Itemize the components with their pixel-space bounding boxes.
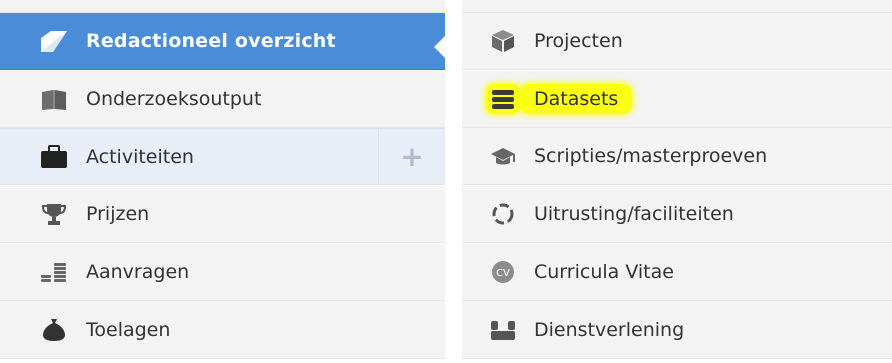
menu-item-label: Toelagen [86,318,171,341]
coins-icon [36,257,72,287]
cv-badge-text: CV [496,268,510,279]
active-indicator-arrow [434,35,446,59]
menu-item-label: Aanvragen [86,261,190,283]
cv-icon: CV [486,257,520,287]
menu-item-prijzen[interactable]: Prijzen [0,186,445,243]
menu-item-label: Dienstverlening [534,318,685,341]
equipment-icon [486,199,520,229]
menu-item-dienstverlening[interactable]: Dienstverlening [462,301,892,359]
menu-item-projecten[interactable]: Projecten [462,13,892,70]
menu-item-label: Onderzoeksoutput [86,88,262,110]
menu-item-aanvragen[interactable]: Aanvragen [0,244,445,301]
menu-item-label: Datasets [520,84,633,114]
briefcase-icon [36,142,72,172]
editorial-overview-icon [36,26,72,56]
add-activity-button[interactable]: + [378,129,445,184]
menu-item-onderzoeksoutput[interactable]: Onderzoeksoutput [0,71,445,128]
menu-item-label: Uitrusting/faciliteiten [534,203,734,225]
menu-item-uitrusting-faciliteiten[interactable]: Uitrusting/faciliteiten [462,186,892,243]
right-menu-top-edge [462,0,892,13]
menu-item-label: Scripties/masterproeven [534,145,768,167]
menu-item-label: Activiteiten [86,145,194,168]
menu-item-curricula-vitae[interactable]: CV Curricula Vitae [462,244,892,301]
menu-item-label: Redactioneel overzicht [86,30,336,52]
trophy-icon [36,199,72,229]
left-navigation-menu: Redactioneel overzicht Onderzoeksoutput … [0,0,446,363]
menu-item-toelagen[interactable]: Toelagen [0,301,445,359]
plus-icon: + [400,140,424,173]
left-menu-top-edge [0,0,445,13]
money-bag-icon [36,315,72,345]
menu-item-label: Prijzen [86,203,150,225]
menu-item-activiteiten[interactable]: Activiteiten + [0,128,445,185]
cube-icon [486,26,520,56]
menu-item-datasets[interactable]: Datasets [462,71,892,128]
database-icon [486,84,520,114]
menu-item-redactioneel-overzicht[interactable]: Redactioneel overzicht [0,13,446,70]
right-navigation-menu: Projecten Datasets Scripties/masterproev… [462,0,892,363]
service-icon [486,315,520,345]
graduation-cap-icon [486,141,520,171]
menu-item-label: Curricula Vitae [534,261,674,283]
menu-item-scripties-masterproeven[interactable]: Scripties/masterproeven [462,128,892,185]
menu-item-label: Projecten [534,30,623,52]
book-icon [36,84,72,114]
